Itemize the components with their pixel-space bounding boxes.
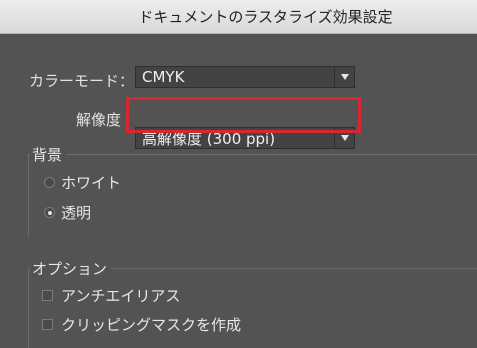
resolution-label: 解像度 [76,111,122,129]
radio-button-selected[interactable] [44,207,55,218]
checkbox[interactable] [42,319,53,330]
checkbox-antialias[interactable]: アンチエイリアス [42,285,180,306]
options-group-title: オプション [30,258,112,279]
radio-white[interactable]: ホワイト [44,172,121,193]
color-mode-select[interactable]: CMYK [135,66,355,88]
radio-white-label: ホワイト [61,174,122,192]
checkbox-clipping-mask-label: クリッピングマスクを作成 [61,316,242,334]
background-group-title: 背景 [30,144,67,165]
checkbox-clipping-mask[interactable]: クリッピングマスクを作成 [42,314,241,335]
window-title: ドキュメントのラスタライズ効果設定 [138,8,393,26]
color-mode-label: カラーモード： [29,72,135,90]
radio-transparent-label: 透明 [61,204,92,222]
options-group [28,268,477,348]
checkbox[interactable] [42,290,53,301]
resolution-row: 解像度 [76,109,121,130]
color-mode-row: カラーモード： [29,70,134,91]
radio-transparent[interactable]: 透明 [44,202,91,223]
window-titlebar: ドキュメントのラスタライズ効果設定 [0,0,477,34]
color-mode-value: CMYK [142,68,185,86]
checkbox-antialias-label: アンチエイリアス [61,287,181,305]
chevron-down-icon [334,67,354,87]
background-group [28,154,477,236]
radio-button[interactable] [44,177,55,188]
resolution-highlight-frame [126,97,361,133]
